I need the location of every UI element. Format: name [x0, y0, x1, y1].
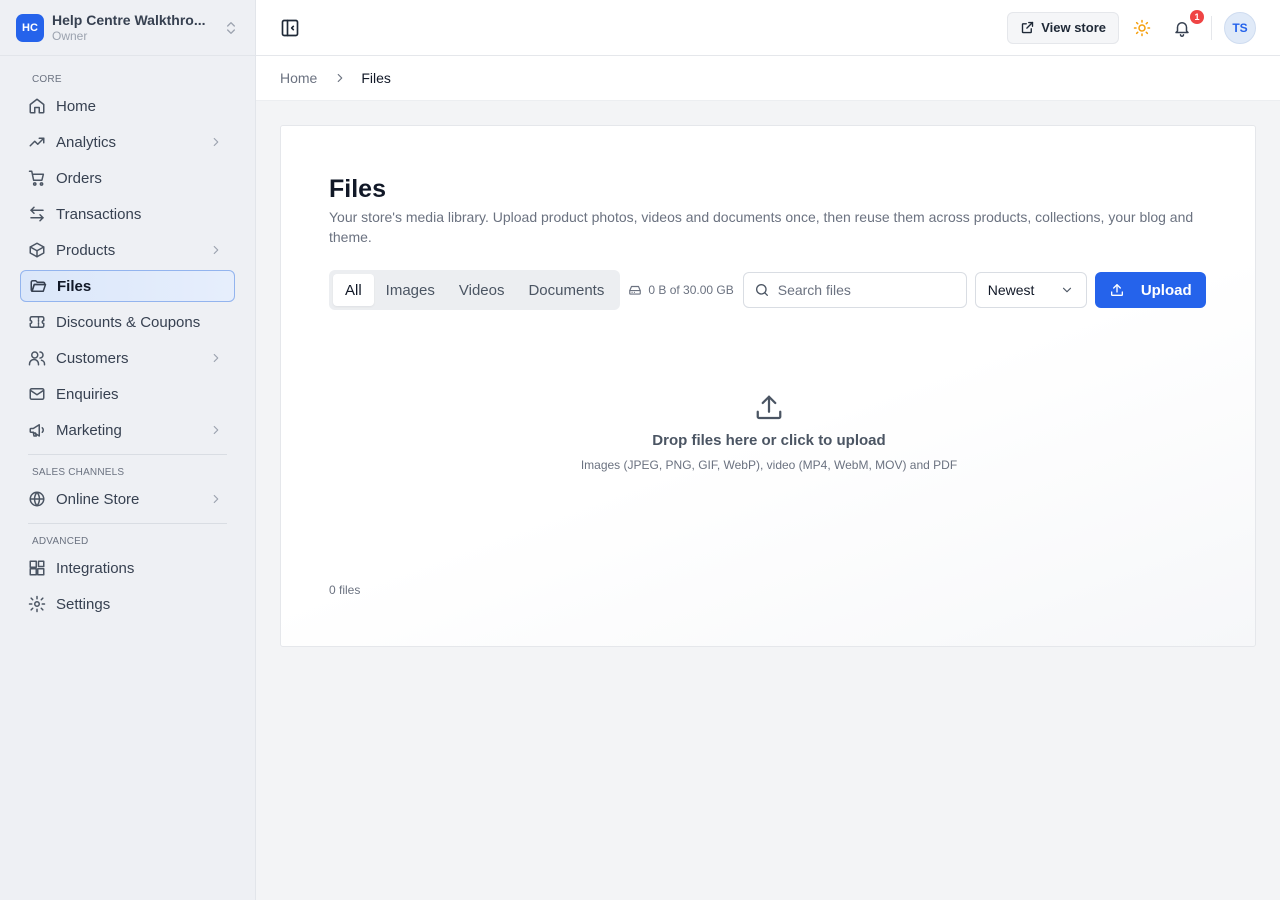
- search-input[interactable]: [777, 282, 956, 298]
- chevron-right-icon: [213, 245, 219, 255]
- search-field[interactable]: [742, 272, 967, 308]
- chevron-right-icon: [213, 353, 219, 363]
- mail-icon: [29, 388, 45, 400]
- nav-divider: [28, 454, 227, 455]
- upload-button[interactable]: Upload: [1094, 272, 1206, 308]
- sidebar-item-online-store[interactable]: Online Store: [20, 483, 235, 515]
- tab-videos[interactable]: Videos: [447, 274, 517, 306]
- chevron-right-icon: [213, 425, 219, 435]
- sidebar-item-label: Customers: [56, 349, 129, 367]
- sidebar-item-files[interactable]: Files: [20, 270, 235, 302]
- store-role: Owner: [52, 29, 88, 43]
- upload-icon: [756, 395, 782, 420]
- sidebar-item-discounts[interactable]: Discounts & Coupons: [20, 306, 235, 338]
- chevron-right-icon: [213, 494, 219, 504]
- avatar[interactable]: TS: [1224, 11, 1256, 44]
- trend-icon: [29, 137, 45, 147]
- files-card: Files Your store's media library. Upload…: [280, 125, 1256, 647]
- sidebar-item-label: Integrations: [56, 559, 135, 577]
- chevron-right-icon: [213, 137, 219, 147]
- sidebar-item-orders[interactable]: Orders: [20, 162, 235, 194]
- files-toolbar: All Images Videos Documents 0 B of 30.00…: [329, 270, 1211, 310]
- notification-badge: 1: [1190, 9, 1204, 24]
- page-title: Files: [329, 175, 386, 203]
- blocks-icon: [29, 560, 45, 576]
- sort-selected: Newest: [987, 282, 1035, 298]
- sidebar-item-settings[interactable]: Settings: [20, 588, 235, 620]
- users-icon: [28, 351, 46, 366]
- sidebar-item-label: Analytics: [56, 133, 117, 151]
- breadcrumb-home[interactable]: Home: [280, 70, 317, 86]
- breadcrumb-current: Files: [361, 70, 391, 86]
- transfer-icon: [30, 206, 44, 222]
- section-label-core: CORE: [32, 74, 62, 85]
- sidebar-toggle-icon[interactable]: [280, 18, 300, 38]
- store-switcher[interactable]: HC Help Centre Walkthro... Owner: [0, 0, 255, 56]
- home-icon: [29, 98, 45, 114]
- box-icon: [29, 242, 45, 258]
- sidebar-item-label: Orders: [56, 169, 102, 187]
- upload-dropzone[interactable]: Drop files here or click to upload Image…: [329, 358, 1209, 498]
- sidebar-item-products[interactable]: Products: [20, 234, 235, 266]
- search-icon: [755, 284, 768, 296]
- globe-icon: [29, 491, 45, 507]
- section-label-sales-channels: SALES CHANNELS: [32, 467, 125, 478]
- section-label-advanced: ADVANCED: [32, 536, 89, 547]
- tab-images[interactable]: Images: [374, 274, 447, 306]
- upload-label: Upload: [1140, 281, 1192, 299]
- view-store-button[interactable]: View store: [1007, 11, 1119, 44]
- tab-documents[interactable]: Documents: [516, 274, 616, 306]
- breadcrumb: Home Files: [256, 56, 1280, 101]
- sidebar-item-label: Transactions: [56, 205, 142, 223]
- sidebar-nav: CORE Home Analytics Orders Transactions …: [0, 56, 255, 620]
- sidebar-item-customers[interactable]: Customers: [20, 342, 235, 374]
- sidebar-item-label: Products: [56, 241, 116, 259]
- hard-drive-icon: [629, 285, 642, 295]
- chevron-right-icon: [338, 73, 343, 83]
- sidebar-item-label: Marketing: [56, 421, 122, 439]
- sidebar-item-transactions[interactable]: Transactions: [20, 198, 235, 230]
- page-description: Your store's media library. Upload produ…: [329, 209, 1194, 245]
- sidebar-item-marketing[interactable]: Marketing: [20, 414, 235, 446]
- store-name: Help Centre Walkthro...: [52, 12, 206, 28]
- storage-usage-text: 0 B of 30.00 GB: [648, 283, 734, 297]
- sort-select[interactable]: Newest: [974, 272, 1087, 308]
- sidebar-item-label: Discounts & Coupons: [56, 313, 201, 331]
- upload-icon: [1110, 284, 1123, 296]
- sidebar-item-enquiries[interactable]: Enquiries: [20, 378, 235, 410]
- store-info: Help Centre Walkthro... Owner: [52, 12, 215, 43]
- nav-divider: [28, 523, 227, 524]
- top-bar: View store 1 TS: [256, 0, 1280, 56]
- external-link-icon: [1022, 21, 1034, 34]
- bell-icon: [1175, 21, 1189, 37]
- chevron-down-icon: [1062, 287, 1071, 293]
- cart-icon: [28, 170, 45, 186]
- sidebar-item-analytics[interactable]: Analytics: [20, 126, 235, 158]
- gear-icon: [28, 595, 46, 613]
- dropzone-subtitle: Images (JPEG, PNG, GIF, WebP), video (MP…: [580, 458, 958, 472]
- sidebar-item-label: Settings: [56, 595, 111, 613]
- ticket-icon: [29, 316, 45, 328]
- sidebar-item-label: Online Store: [56, 490, 140, 508]
- sidebar-item-label: Enquiries: [56, 385, 119, 403]
- dropzone-title: Drop files here or click to upload: [652, 432, 886, 449]
- notifications-button[interactable]: 1: [1173, 9, 1204, 37]
- file-type-tabs: All Images Videos Documents: [329, 270, 621, 310]
- sidebar-item-home[interactable]: Home: [20, 90, 235, 122]
- megaphone-icon: [29, 424, 44, 437]
- view-store-label: View store: [1041, 20, 1106, 35]
- sun-icon[interactable]: [1133, 19, 1151, 37]
- storage-usage: 0 B of 30.00 GB: [628, 283, 734, 297]
- tab-all[interactable]: All: [333, 274, 374, 306]
- chevrons-up-down-icon: [227, 21, 235, 34]
- file-count: 0 files: [329, 583, 361, 597]
- top-bar-actions: View store 1 TS: [1007, 9, 1256, 44]
- store-logo: HC: [16, 13, 44, 42]
- folder-icon: [30, 280, 47, 292]
- divider: [1211, 15, 1212, 40]
- sidebar-item-label: Home: [56, 97, 97, 115]
- sidebar-item-integrations[interactable]: Integrations: [20, 552, 235, 584]
- sidebar: HC Help Centre Walkthro... Owner CORE Ho…: [0, 0, 256, 900]
- sidebar-item-label: Files: [57, 277, 92, 295]
